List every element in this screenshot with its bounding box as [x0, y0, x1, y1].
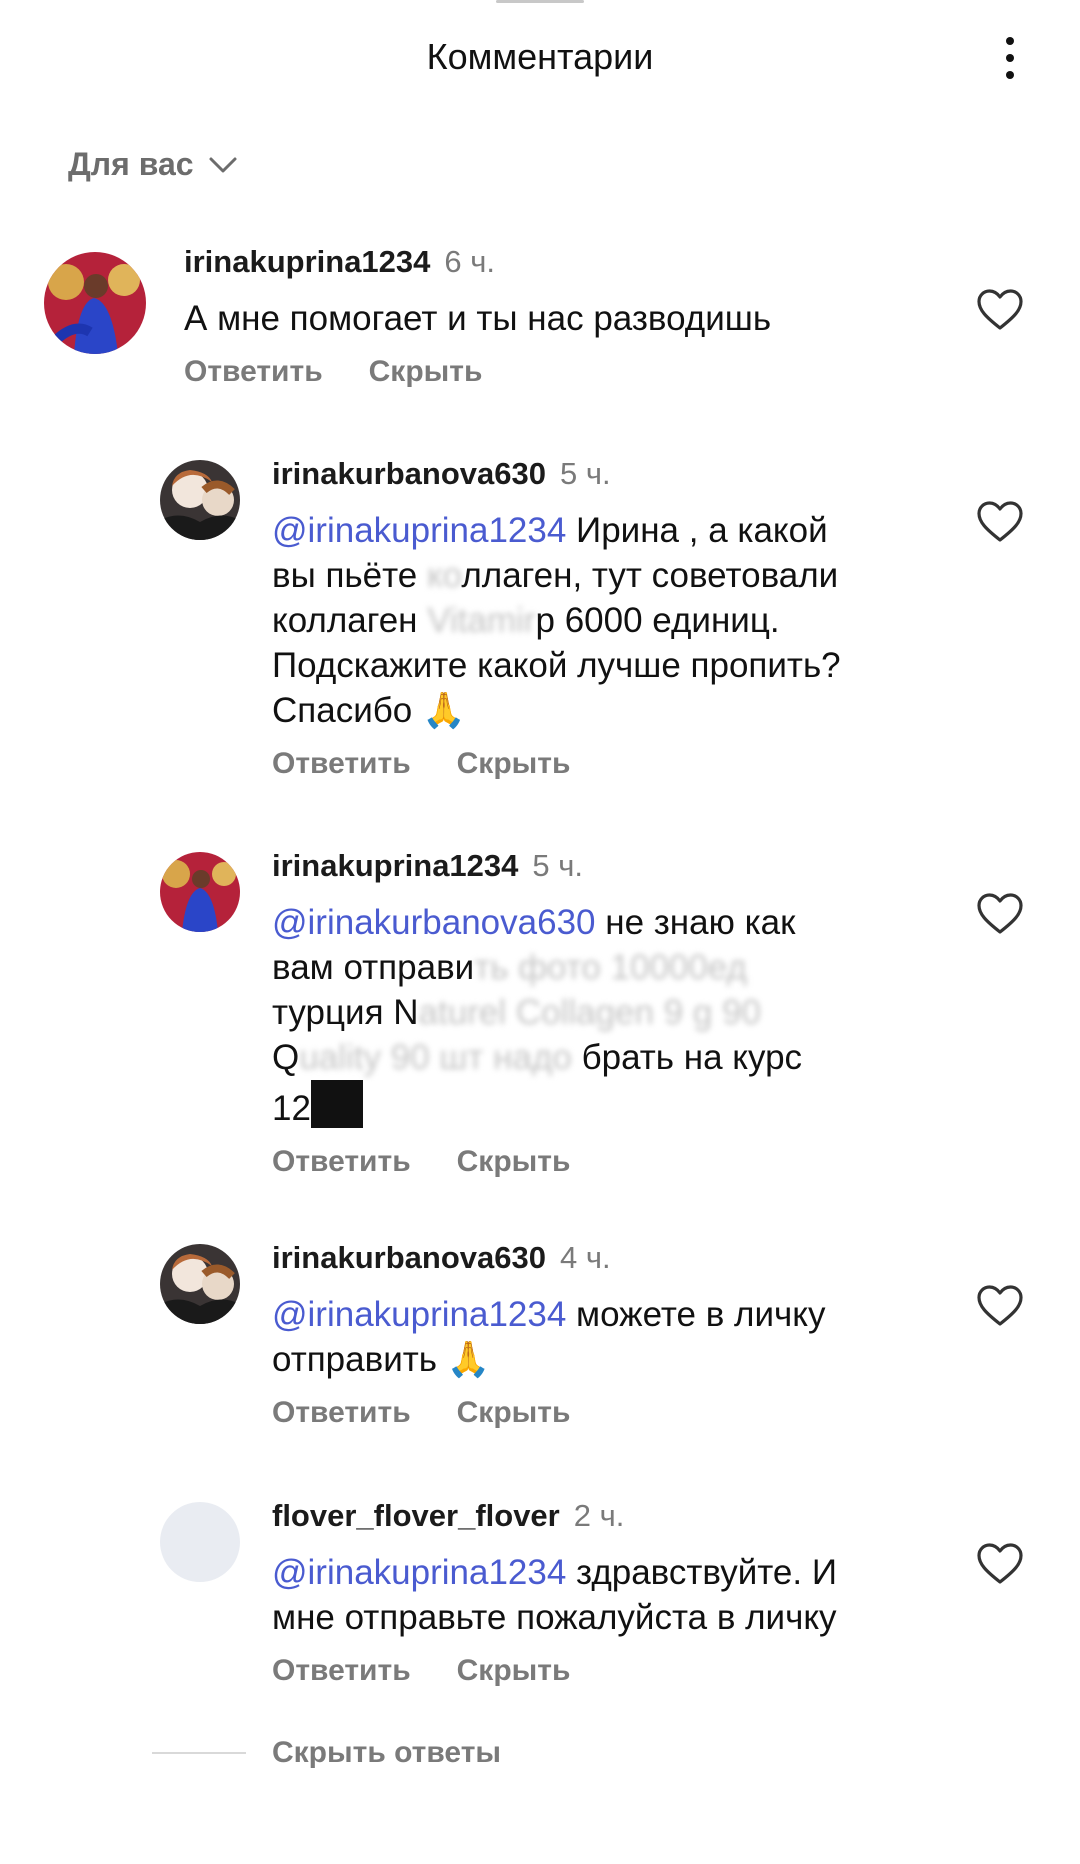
reply-button[interactable]: Ответить	[272, 1654, 411, 1688]
comment-time: 5 ч.	[532, 848, 584, 883]
comment-time: 2 ч.	[573, 1498, 625, 1533]
reply-button[interactable]: Ответить	[272, 747, 411, 781]
comment-text: А мне помогает и ты нас разводишь	[184, 299, 772, 338]
chevron-down-icon	[209, 157, 237, 172]
mention-link[interactable]: @irinakuprina1234	[272, 1553, 566, 1592]
comment-text: @irinakurbanova630 не знаю как вам отпра…	[272, 903, 803, 1128]
comment-username[interactable]: irinakuprina1234	[272, 848, 518, 884]
comment-body: irinakuprina1234 6 ч. А мне помогает и т…	[184, 244, 934, 389]
heart-outline-icon[interactable]	[976, 1542, 1024, 1586]
sort-dropdown[interactable]: Для вас	[68, 146, 238, 183]
comment-body: irinakurbanova630 5 ч. @irinakuprina1234…	[272, 456, 932, 781]
hide-button[interactable]: Скрыть	[457, 1145, 571, 1179]
hide-replies-label: Скрыть ответы	[272, 1736, 502, 1769]
heart-outline-icon[interactable]	[976, 1284, 1024, 1328]
mention-link[interactable]: @irinakuprina1234	[272, 511, 566, 550]
avatar[interactable]	[160, 1244, 240, 1324]
reply-button[interactable]: Ответить	[184, 355, 323, 389]
hide-button[interactable]: Скрыть	[369, 355, 483, 389]
comment-username[interactable]: irinakuprina1234	[184, 244, 430, 280]
comment-body: irinakuprina1234 5 ч. @irinakurbanova630…	[272, 848, 932, 1179]
redaction-block	[310, 1080, 363, 1128]
comment-username[interactable]: irinakurbanova630	[272, 456, 546, 492]
mention-link[interactable]: @irinakuprina1234	[272, 1295, 566, 1334]
comment-body: flover_flover_flover 2 ч. @irinakuprina1…	[272, 1498, 932, 1688]
comment-time: 6 ч.	[444, 244, 496, 279]
comment-username[interactable]: irinakurbanova630	[272, 1240, 546, 1276]
hide-button[interactable]: Скрыть	[457, 1654, 571, 1688]
heart-outline-icon[interactable]	[976, 288, 1024, 332]
comment-text: @irinakuprina1234 здравствуйте. И мне от…	[272, 1553, 837, 1637]
heart-outline-icon[interactable]	[976, 500, 1024, 544]
hide-button[interactable]: Скрыть	[457, 747, 571, 781]
divider	[152, 1752, 246, 1754]
reply-button[interactable]: Ответить	[272, 1145, 411, 1179]
heart-outline-icon[interactable]	[976, 892, 1024, 936]
avatar[interactable]	[160, 1502, 240, 1582]
comment-text: @irinakuprina1234 можете в личку отправи…	[272, 1295, 826, 1379]
avatar[interactable]	[160, 852, 240, 932]
hide-replies-button[interactable]: Скрыть ответы	[152, 1736, 501, 1770]
comment-time: 5 ч.	[559, 456, 611, 491]
comment-username[interactable]: flover_flover_flover	[272, 1498, 560, 1534]
reply-button[interactable]: Ответить	[272, 1396, 411, 1430]
comment-body: irinakurbanova630 4 ч. @irinakuprina1234…	[272, 1240, 932, 1430]
comment-text: @irinakuprina1234 Ирина , а какой вы пьё…	[272, 511, 841, 730]
comment-time: 4 ч.	[559, 1240, 611, 1275]
header: Комментарии	[0, 0, 1080, 115]
avatar[interactable]	[160, 460, 240, 540]
hide-button[interactable]: Скрыть	[457, 1396, 571, 1430]
more-options-icon[interactable]	[990, 30, 1030, 86]
mention-link[interactable]: @irinakurbanova630	[272, 903, 596, 942]
page-title: Комментарии	[426, 36, 654, 77]
sort-label: Для вас	[68, 146, 194, 182]
avatar[interactable]	[44, 252, 146, 354]
